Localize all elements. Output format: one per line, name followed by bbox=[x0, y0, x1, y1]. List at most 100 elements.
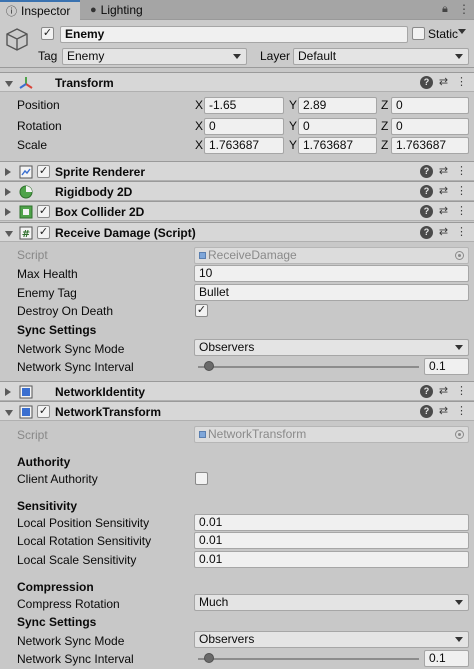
sprite-renderer-icon bbox=[19, 165, 33, 179]
nt-sync-settings-heading: Sync Settings bbox=[17, 615, 97, 629]
tab-lighting[interactable]: ● Lighting bbox=[84, 0, 164, 20]
foldout-closed-icon[interactable] bbox=[5, 208, 11, 216]
static-dropdown-caret-icon[interactable] bbox=[458, 29, 466, 34]
component-menu-icon[interactable]: ⋮ bbox=[455, 185, 468, 198]
object-picker-icon bbox=[455, 251, 464, 260]
rd-sync-interval-input[interactable]: 0.1 bbox=[424, 358, 469, 375]
info-icon: ⓘ bbox=[6, 6, 17, 18]
destroy-on-death-checkbox[interactable]: ✓ bbox=[195, 304, 208, 317]
help-icon[interactable]: ? bbox=[420, 185, 433, 198]
presets-sliders-icon[interactable]: ⇄ bbox=[437, 405, 450, 418]
help-icon[interactable]: ? bbox=[420, 405, 433, 418]
help-icon[interactable]: ? bbox=[420, 226, 433, 239]
presets-sliders-icon[interactable]: ⇄ bbox=[437, 226, 450, 239]
rotation-z-field[interactable]: 0 bbox=[391, 118, 469, 135]
svg-text:#: # bbox=[22, 229, 30, 240]
scale-x-field[interactable]: 1.763687 bbox=[204, 137, 284, 154]
rd-sync-interval-slider-thumb[interactable] bbox=[204, 361, 215, 371]
rotation-y-field[interactable]: 0 bbox=[298, 118, 377, 135]
tab-inspector-label: Inspector bbox=[21, 4, 71, 18]
foldout-closed-icon[interactable] bbox=[5, 388, 11, 396]
scale-y-field[interactable]: 1.763687 bbox=[298, 137, 377, 154]
receive-damage-enabled-checkbox[interactable]: ✓ bbox=[37, 226, 50, 239]
component-menu-icon[interactable]: ⋮ bbox=[455, 226, 468, 239]
box-collider-enabled-checkbox[interactable]: ✓ bbox=[37, 205, 50, 218]
enemy-tag-input[interactable]: Bullet bbox=[194, 284, 469, 301]
network-transform-header[interactable]: ✓ NetworkTransform ? ⇄ ⋮ bbox=[0, 401, 474, 421]
compress-rotation-label: Compress Rotation bbox=[17, 597, 120, 611]
network-identity-header[interactable]: NetworkIdentity ? ⇄ ⋮ bbox=[0, 381, 474, 401]
foldout-open-icon[interactable] bbox=[5, 81, 13, 87]
static-checkbox[interactable] bbox=[412, 27, 425, 40]
nt-sync-mode-dropdown[interactable]: Observers bbox=[194, 631, 469, 648]
transform-title: Transform bbox=[55, 76, 114, 90]
scale-z-field[interactable]: 1.763687 bbox=[391, 137, 469, 154]
component-menu-icon[interactable]: ⋮ bbox=[455, 76, 468, 89]
max-health-label: Max Health bbox=[17, 267, 78, 281]
rotation-x-field[interactable]: 0 bbox=[204, 118, 284, 135]
presets-sliders-icon[interactable]: ⇄ bbox=[437, 385, 450, 398]
nt-sync-interval-slider-thumb[interactable] bbox=[204, 653, 215, 663]
help-icon[interactable]: ? bbox=[420, 205, 433, 218]
scale-x-axis-label: X bbox=[195, 138, 204, 152]
lock-icon[interactable]: 🔒︎ bbox=[442, 3, 448, 16]
rigidbody-2d-header[interactable]: Rigidbody 2D ? ⇄ ⋮ bbox=[0, 181, 474, 201]
rd-sync-interval-slider-track[interactable] bbox=[198, 366, 419, 368]
position-z-field[interactable]: 0 bbox=[391, 97, 469, 114]
help-icon[interactable]: ? bbox=[420, 76, 433, 89]
component-menu-icon[interactable]: ⋮ bbox=[455, 385, 468, 398]
object-active-checkbox[interactable]: ✓ bbox=[41, 27, 54, 40]
tab-lighting-label: Lighting bbox=[100, 3, 143, 17]
foldout-open-icon[interactable] bbox=[5, 410, 13, 416]
check-icon: ✓ bbox=[38, 405, 49, 417]
rd-sync-interval-label: Network Sync Interval bbox=[17, 360, 134, 374]
object-header: ✓ Enemy Static Tag Enemy Layer Default bbox=[0, 20, 474, 68]
nt-sync-interval-slider-track[interactable] bbox=[198, 658, 419, 660]
component-menu-icon[interactable]: ⋮ bbox=[455, 405, 468, 418]
presets-sliders-icon[interactable]: ⇄ bbox=[437, 165, 450, 178]
tag-label: Tag bbox=[38, 49, 58, 63]
network-identity-icon bbox=[19, 385, 33, 399]
scale-label: Scale bbox=[17, 138, 48, 152]
sprite-renderer-enabled-checkbox[interactable]: ✓ bbox=[37, 165, 50, 178]
compress-rotation-dropdown[interactable]: Much bbox=[194, 594, 469, 611]
local-position-sensitivity-input[interactable]: 0.01 bbox=[194, 514, 469, 531]
sprite-renderer-title: Sprite Renderer bbox=[55, 165, 146, 179]
local-scale-sensitivity-input[interactable]: 0.01 bbox=[194, 551, 469, 568]
chevron-down-icon bbox=[455, 637, 463, 642]
network-transform-title: NetworkTransform bbox=[55, 405, 162, 419]
presets-sliders-icon[interactable]: ⇄ bbox=[437, 205, 450, 218]
presets-sliders-icon[interactable]: ⇄ bbox=[437, 185, 450, 198]
network-transform-enabled-checkbox[interactable]: ✓ bbox=[37, 405, 50, 418]
foldout-closed-icon[interactable] bbox=[5, 168, 11, 176]
rd-sync-mode-dropdown[interactable]: Observers bbox=[194, 339, 469, 356]
object-name-input[interactable]: Enemy bbox=[60, 26, 408, 43]
rotation-z-axis-label: Z bbox=[381, 119, 389, 133]
tag-dropdown[interactable]: Enemy bbox=[62, 48, 247, 65]
sprite-renderer-header[interactable]: ✓ Sprite Renderer ? ⇄ ⋮ bbox=[0, 161, 474, 181]
box-collider-2d-header[interactable]: ✓ Box Collider 2D ? ⇄ ⋮ bbox=[0, 201, 474, 221]
rd-sync-mode-label: Network Sync Mode bbox=[17, 342, 125, 356]
chevron-down-icon bbox=[455, 345, 463, 350]
transform-header[interactable]: Transform ? ⇄ ⋮ bbox=[0, 72, 474, 92]
client-authority-checkbox[interactable] bbox=[195, 472, 208, 485]
layer-dropdown[interactable]: Default bbox=[293, 48, 469, 65]
tab-menu-icon[interactable]: ⋮ bbox=[458, 2, 470, 16]
foldout-closed-icon[interactable] bbox=[5, 188, 11, 196]
tab-inspector[interactable]: ⓘ Inspector bbox=[0, 0, 80, 20]
presets-sliders-icon[interactable]: ⇄ bbox=[437, 76, 450, 89]
position-y-field[interactable]: 2.89 bbox=[298, 97, 377, 114]
receive-damage-header[interactable]: # ✓ Receive Damage (Script) ? ⇄ ⋮ bbox=[0, 222, 474, 242]
nt-sync-interval-input[interactable]: 0.1 bbox=[424, 650, 469, 667]
position-x-field[interactable]: -1.65 bbox=[204, 97, 284, 114]
component-menu-icon[interactable]: ⋮ bbox=[455, 205, 468, 218]
local-rotation-sensitivity-input[interactable]: 0.01 bbox=[194, 532, 469, 549]
check-icon: ✓ bbox=[38, 226, 49, 238]
help-icon[interactable]: ? bbox=[420, 165, 433, 178]
network-identity-title: NetworkIdentity bbox=[55, 385, 146, 399]
help-icon[interactable]: ? bbox=[420, 385, 433, 398]
max-health-input[interactable]: 10 bbox=[194, 265, 469, 282]
client-authority-label: Client Authority bbox=[17, 472, 98, 486]
foldout-open-icon[interactable] bbox=[5, 231, 13, 237]
component-menu-icon[interactable]: ⋮ bbox=[455, 165, 468, 178]
